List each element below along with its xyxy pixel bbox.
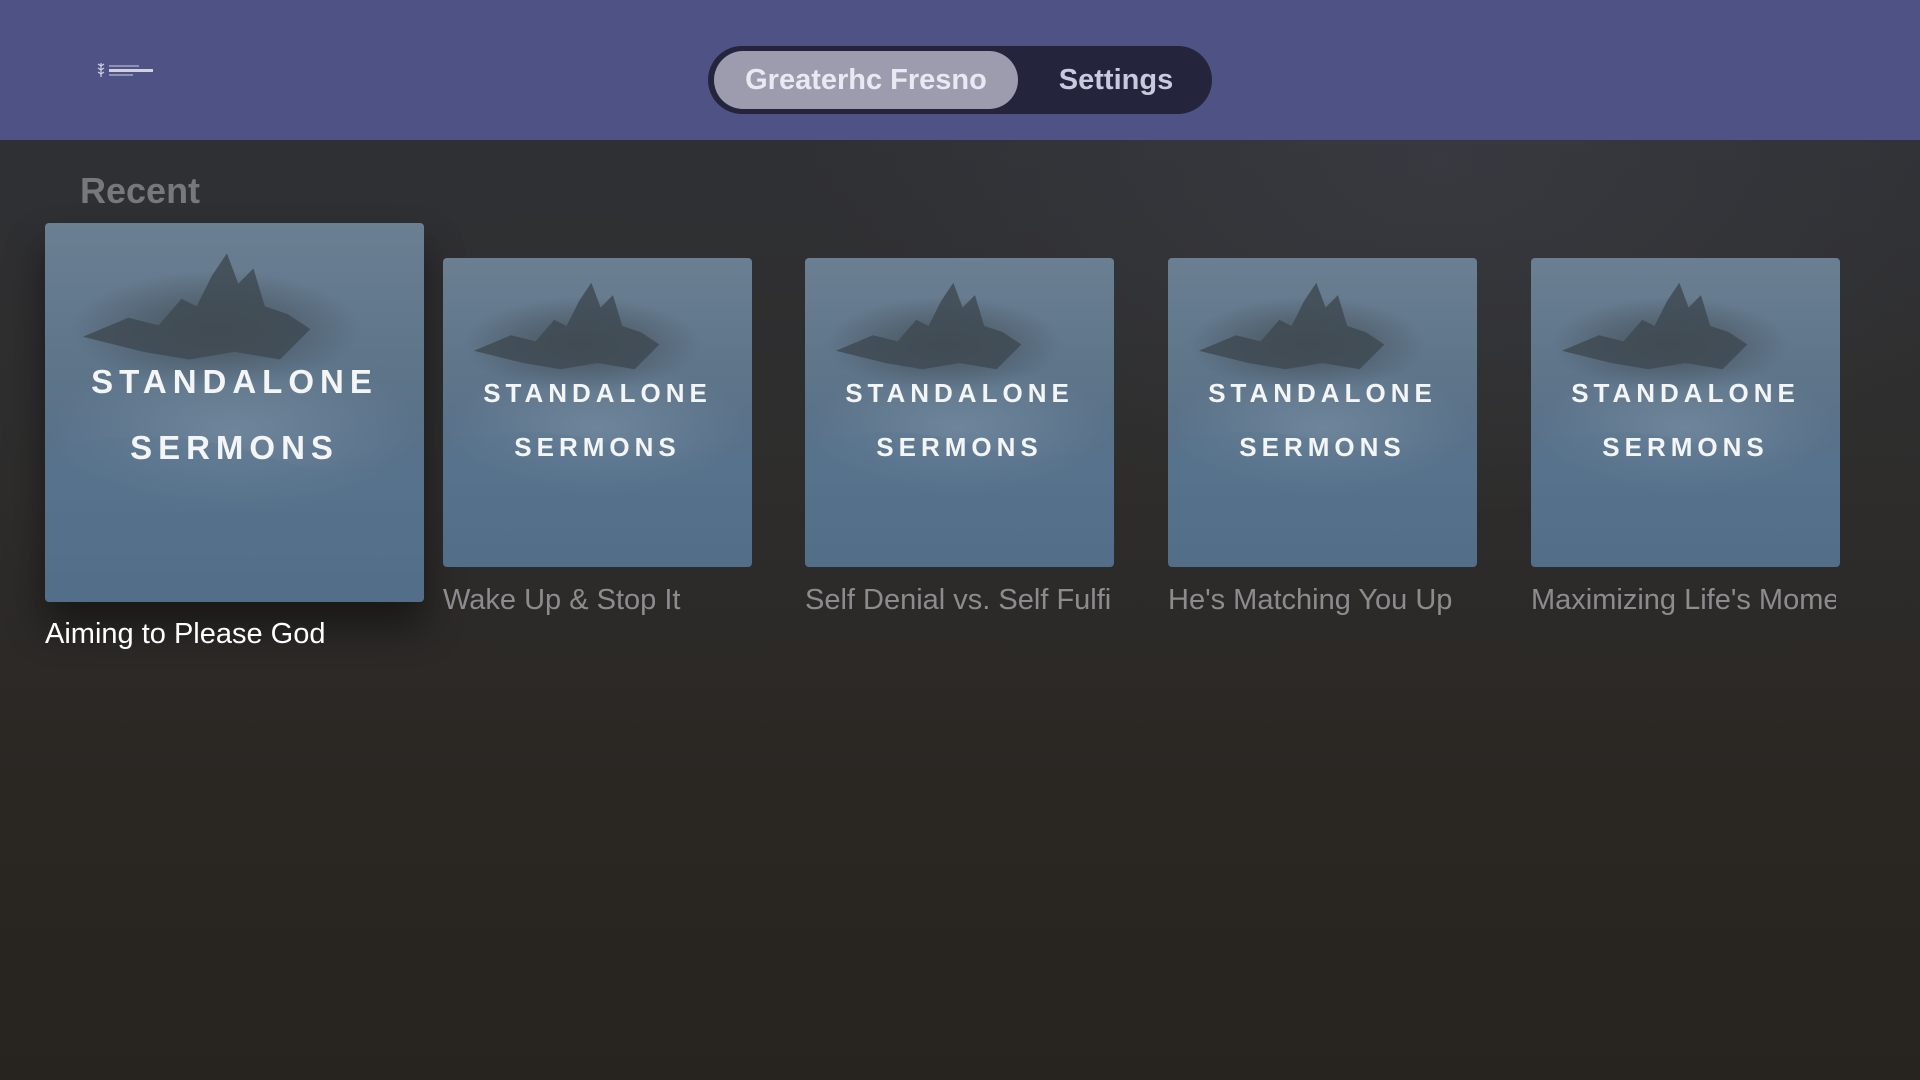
artwork-line-2: SERMONS [130, 429, 339, 466]
sea-rock-artwork [45, 253, 424, 602]
sermon-title: Self Denial vs. Self Fulfillment [805, 584, 1110, 616]
sea-rock-artwork [805, 282, 1114, 567]
sermon-title: Maximizing Life's Moments [1531, 584, 1836, 616]
sermon-card-wake-up-and-stop-it[interactable]: STANDALONE SERMONS [443, 258, 752, 567]
sermon-card-maximizing-lifes-moments[interactable]: STANDALONE SERMONS [1531, 258, 1840, 567]
artwork-line-2: SERMONS [1602, 432, 1769, 462]
sermon-title: Wake Up & Stop It [443, 584, 681, 616]
artwork-line-2: SERMONS [1239, 432, 1406, 462]
sea-rock-artwork [443, 282, 752, 567]
harvest-logo-icon [96, 60, 156, 80]
artwork-line-2: SERMONS [514, 432, 681, 462]
sea-rock-artwork [1168, 282, 1477, 567]
tab-settings[interactable]: Settings [1026, 51, 1206, 109]
section-title-recent: Recent [80, 170, 201, 211]
artwork-line-1: STANDALONE [91, 363, 378, 400]
artwork-line-1: STANDALONE [1571, 378, 1800, 408]
sermon-card-aiming-to-please-god[interactable]: STANDALONE SERMONS [45, 223, 424, 602]
wheat-icon [97, 63, 105, 77]
artwork-line-2: SERMONS [876, 432, 1043, 462]
sermon-title: He's Matching You Up [1168, 584, 1453, 616]
artwork-line-1: STANDALONE [483, 378, 712, 408]
tab-greaterhc-fresno[interactable]: Greaterhc Fresno [714, 51, 1018, 109]
sermon-title: Aiming to Please God [45, 618, 326, 650]
top-bar: Greaterhc Fresno Settings [0, 0, 1920, 140]
artwork-line-1: STANDALONE [845, 378, 1074, 408]
sermon-card-hes-matching-you-up[interactable]: STANDALONE SERMONS [1168, 258, 1477, 567]
sermon-card-self-denial[interactable]: STANDALONE SERMONS [805, 258, 1114, 567]
sea-rock-artwork [1531, 282, 1840, 567]
artwork-line-1: STANDALONE [1208, 378, 1437, 408]
tab-bar: Greaterhc Fresno Settings [708, 46, 1212, 114]
